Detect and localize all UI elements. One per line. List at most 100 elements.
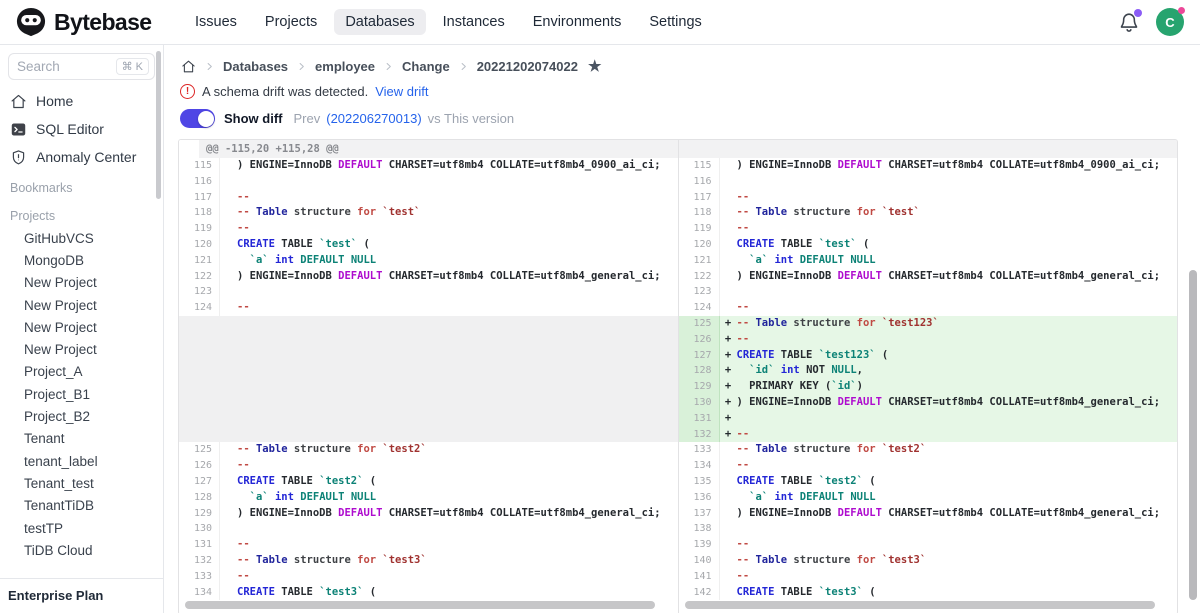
search-box[interactable]: ⌘ K bbox=[8, 53, 155, 80]
schema-diff-viewer: @@ -115,20 +115,28 @@ 115) ENGINE=InnoDB… bbox=[178, 139, 1178, 613]
code-text: ) ENGINE=InnoDB DEFAULT CHARSET=utf8mb4 … bbox=[237, 506, 678, 522]
diff-right-code: 115) ENGINE=InnoDB DEFAULT CHARSET=utf8m… bbox=[679, 158, 1178, 600]
line-number bbox=[179, 363, 220, 379]
diff-line: 134CREATE TABLE `test3` ( bbox=[179, 585, 678, 601]
project-item[interactable]: New Project bbox=[0, 294, 163, 316]
home-icon[interactable] bbox=[181, 59, 196, 74]
line-number: 127 bbox=[679, 348, 720, 364]
line-number: 135 bbox=[679, 474, 720, 490]
diff-line: 117-- bbox=[179, 190, 678, 206]
breadcrumb-item[interactable]: Databases bbox=[223, 59, 288, 74]
main-content: DatabasesemployeeChange20221202074022 ★ … bbox=[164, 45, 1200, 613]
line-number: 133 bbox=[679, 442, 720, 458]
sidebar-nav: Home SQL EditorAnomaly Center bbox=[0, 87, 163, 171]
terminal-icon bbox=[10, 121, 27, 138]
diff-line: 131 -- bbox=[179, 537, 678, 553]
line-number: 120 bbox=[679, 237, 720, 253]
sidebar-item-sql-editor[interactable]: SQL Editor bbox=[0, 115, 163, 143]
sidebar-item-anomaly-center[interactable]: Anomaly Center bbox=[0, 143, 163, 171]
nav-item-issues[interactable]: Issues bbox=[184, 9, 248, 35]
show-diff-toggle[interactable] bbox=[180, 109, 215, 128]
diff-line: 118-- Table structure for `test` bbox=[679, 205, 1178, 221]
nav-item-databases[interactable]: Databases bbox=[334, 9, 425, 35]
notification-bell-button[interactable] bbox=[1118, 11, 1140, 33]
star-icon[interactable]: ★ bbox=[588, 59, 601, 74]
line-number: 141 bbox=[679, 569, 720, 585]
project-item[interactable]: tenant_label bbox=[0, 450, 163, 472]
prev-version-link[interactable]: (202206270013) bbox=[326, 111, 421, 126]
project-item[interactable]: Project_B1 bbox=[0, 383, 163, 405]
code-text: -- Table structure for `test2` bbox=[237, 442, 678, 458]
diff-pane-right: 115) ENGINE=InnoDB DEFAULT CHARSET=utf8m… bbox=[679, 140, 1178, 613]
code-text: PRIMARY KEY (`id`) bbox=[737, 379, 1178, 395]
line-number: 142 bbox=[679, 585, 720, 601]
diff-line: 129) ENGINE=InnoDB DEFAULT CHARSET=utf8m… bbox=[179, 506, 678, 522]
line-number: 129 bbox=[679, 379, 720, 395]
code-text: ) ENGINE=InnoDB DEFAULT CHARSET=utf8mb4 … bbox=[737, 269, 1178, 285]
sidebar: ⌘ K HomeSQL EditorAnomaly Center Bookmar… bbox=[0, 45, 164, 613]
code-text: -- bbox=[737, 332, 1178, 348]
nav-item-projects[interactable]: Projects bbox=[254, 9, 328, 35]
project-item[interactable]: TenantTiDB bbox=[0, 495, 163, 517]
code-text: -- bbox=[737, 537, 1178, 553]
user-avatar[interactable]: C bbox=[1156, 8, 1184, 36]
project-item[interactable]: TiDB Cloud bbox=[0, 539, 163, 561]
notification-badge bbox=[1134, 9, 1142, 17]
view-drift-link[interactable]: View drift bbox=[375, 84, 428, 99]
diff-line: 119-- bbox=[679, 221, 1178, 237]
diff-line: 138 bbox=[679, 521, 1178, 537]
diff-line: 135CREATE TABLE `test2` ( bbox=[679, 474, 1178, 490]
breadcrumb: Databases employee Change 20221202074022 ★ bbox=[164, 45, 1200, 74]
code-text: CREATE TABLE `test3` ( bbox=[737, 585, 1178, 601]
bytebase-logo[interactable]: Bytebase bbox=[16, 7, 178, 37]
sidebar-item-home[interactable]: Home bbox=[0, 87, 163, 115]
project-item[interactable]: GitHubVCS bbox=[0, 227, 163, 249]
project-item[interactable]: Project_B2 bbox=[0, 405, 163, 427]
code-text: `a` int DEFAULT NULL bbox=[237, 253, 678, 269]
nav-item-settings[interactable]: Settings bbox=[638, 9, 712, 35]
code-text: -- bbox=[237, 569, 678, 585]
nav-item-instances[interactable]: Instances bbox=[432, 9, 516, 35]
line-number bbox=[179, 411, 220, 427]
project-item[interactable]: MongoDB bbox=[0, 249, 163, 271]
line-number: 122 bbox=[679, 269, 720, 285]
chevron-right-icon bbox=[383, 61, 394, 72]
breadcrumb-item[interactable]: employee bbox=[315, 59, 375, 74]
nav-item-environments[interactable]: Environments bbox=[522, 9, 633, 35]
line-number: 127 bbox=[179, 474, 220, 490]
project-item[interactable]: testTP bbox=[0, 517, 163, 539]
line-number bbox=[179, 427, 220, 443]
code-text: -- bbox=[737, 569, 1178, 585]
diff-line: 128+ `id` int NOT NULL, bbox=[679, 363, 1178, 379]
code-text: ) ENGINE=InnoDB DEFAULT CHARSET=utf8mb4 … bbox=[737, 395, 1178, 411]
line-number: 117 bbox=[679, 190, 720, 206]
project-item[interactable]: New Project bbox=[0, 272, 163, 294]
diff-line: 140-- Table structure for `test3` bbox=[679, 553, 1178, 569]
line-number: 119 bbox=[679, 221, 720, 237]
alert-text: A schema drift was detected. bbox=[202, 84, 368, 99]
sidebar-section-projects: Projects bbox=[0, 199, 163, 227]
breadcrumb-item[interactable]: Change bbox=[402, 59, 450, 74]
code-text: ) ENGINE=InnoDB DEFAULT CHARSET=utf8mb4 … bbox=[237, 269, 678, 285]
line-number: 131 bbox=[179, 537, 220, 553]
project-item[interactable]: Tenant_test bbox=[0, 472, 163, 494]
code-text: -- bbox=[237, 537, 678, 553]
code-text: CREATE TABLE `test123` ( bbox=[737, 348, 1178, 364]
diff-line: 128 `a` int DEFAULT NULL bbox=[179, 490, 678, 506]
line-number bbox=[179, 332, 220, 348]
left-horizontal-scrollbar[interactable] bbox=[185, 601, 655, 609]
right-horizontal-scrollbar[interactable] bbox=[685, 601, 1155, 609]
sidebar-item-label: Home bbox=[36, 93, 73, 109]
diff-line bbox=[179, 411, 678, 427]
project-item[interactable]: New Project bbox=[0, 338, 163, 360]
sidebar-scrollbar[interactable] bbox=[156, 51, 161, 199]
project-item[interactable]: Tenant bbox=[0, 428, 163, 450]
search-input[interactable] bbox=[17, 59, 97, 74]
page-vertical-scrollbar[interactable] bbox=[1189, 270, 1197, 600]
project-item[interactable]: Project_A bbox=[0, 361, 163, 383]
chevron-right-icon bbox=[204, 61, 215, 72]
project-item[interactable]: New Project bbox=[0, 316, 163, 338]
breadcrumb-item[interactable]: 20221202074022 bbox=[477, 59, 578, 74]
code-text: -- Table structure for `test3` bbox=[237, 553, 678, 569]
diff-line bbox=[179, 379, 678, 395]
